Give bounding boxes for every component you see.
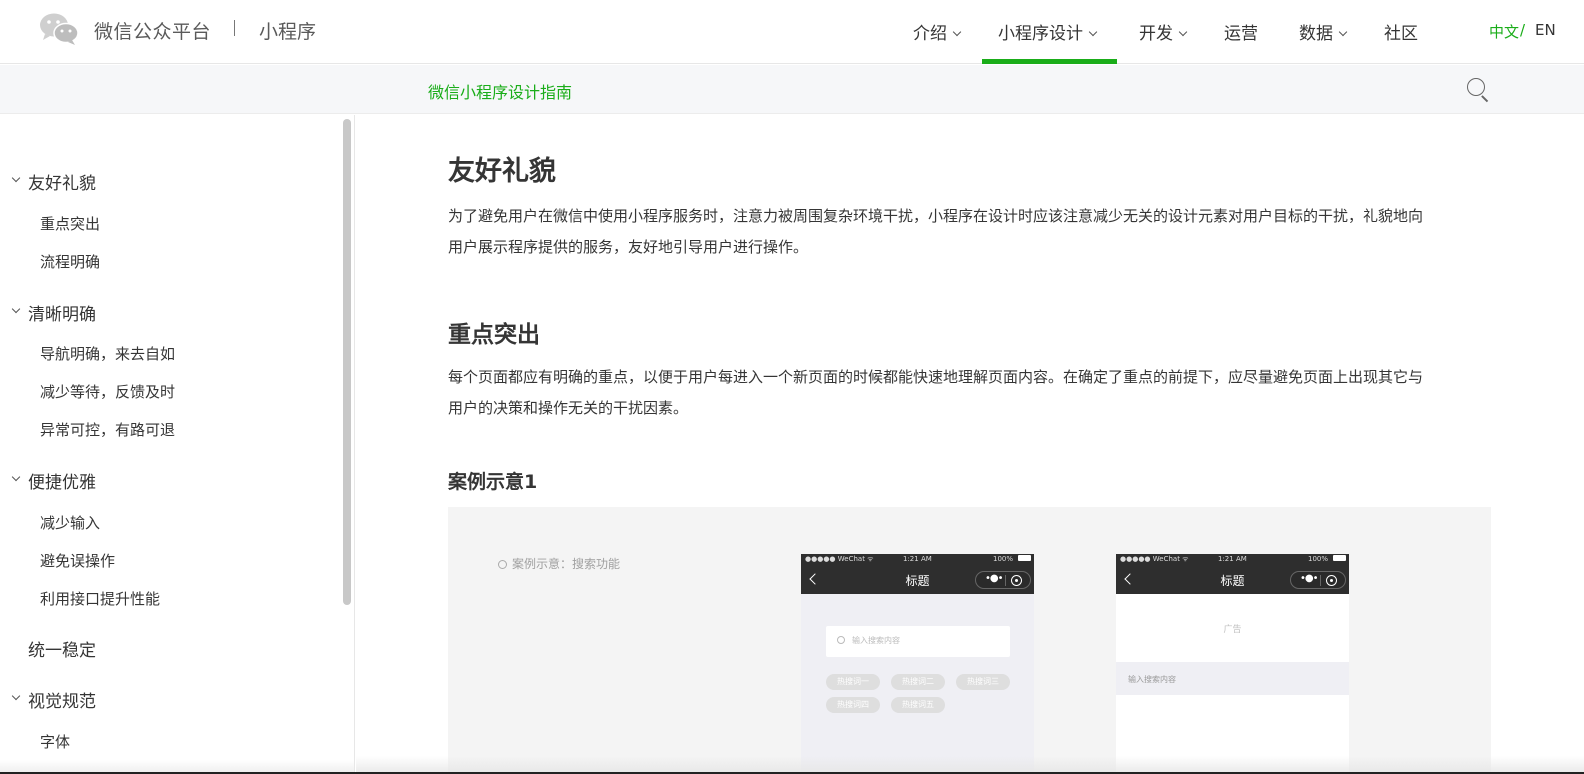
- sidebar-item[interactable]: 重点突出: [40, 213, 100, 234]
- sidebar-item[interactable]: 异常可控，有路可退: [40, 419, 175, 440]
- nav-develop-label: 开发: [1139, 24, 1173, 44]
- section-heading: 重点突出: [448, 322, 540, 348]
- chevron-down-icon[interactable]: [11, 472, 21, 482]
- sub-header: 微信小程序设计指南: [0, 65, 1584, 114]
- battery-icon: [1018, 555, 1031, 561]
- capsule-menu: •●•: [1290, 571, 1346, 589]
- close-circle-icon: [1326, 575, 1337, 586]
- nav-community-label: 社区: [1384, 24, 1418, 44]
- phone-status-bar: ●●●●● WeChat ᯤ 1:21 AM 100%: [801, 554, 1034, 566]
- chevron-down-icon[interactable]: [11, 173, 21, 183]
- guide-title[interactable]: 微信小程序设计指南: [428, 79, 572, 103]
- sidebar-item[interactable]: 流程明确: [40, 251, 100, 272]
- carrier-label: ●●●●● WeChat ᯤ: [805, 555, 874, 563]
- lang-english[interactable]: EN: [1535, 21, 1556, 39]
- sidebar-nav: 友好礼貌 重点突出 流程明确 清晰明确 导航明确，来去自如 减少等待，反馈及时 …: [0, 115, 355, 774]
- wechat-logo-icon[interactable]: [39, 12, 79, 46]
- battery-label: 100%: [1308, 555, 1329, 563]
- chevron-down-icon: [952, 27, 962, 37]
- time-label: 1:21 AM: [903, 555, 932, 563]
- nav-operate[interactable]: 运营: [1224, 19, 1258, 44]
- sidebar-group-clear[interactable]: 清晰明确: [28, 300, 96, 325]
- nav-design[interactable]: 小程序设计: [998, 19, 1098, 44]
- sidebar-item[interactable]: 导航明确，来去自如: [40, 343, 175, 364]
- close-circle-icon: [1011, 575, 1022, 586]
- nav-active-indicator: [982, 59, 1117, 64]
- phone-mockup-a: ●●●●● WeChat ᯤ 1:21 AM 100% 标题 •●• 输入搜索内…: [801, 554, 1034, 774]
- mock-search-placeholder: 输入搜索内容: [852, 636, 900, 645]
- paragraph-line: 为了避免用户在微信中使用小程序服务时，注意力被周围复杂环境干扰，小程序在设计时应…: [448, 207, 1424, 225]
- nav-data-label: 数据: [1299, 24, 1333, 44]
- capsule-menu: •●•: [975, 571, 1031, 589]
- chevron-down-icon[interactable]: [11, 691, 21, 701]
- paragraph-line: 用户的决策和操作无关的干扰因素。: [448, 399, 689, 417]
- hot-tag: 热搜词三: [956, 674, 1010, 690]
- hot-tag: 热搜词二: [891, 674, 945, 690]
- brand-name[interactable]: 微信公众平台: [94, 17, 211, 44]
- mock-search-bar: 输入搜索内容: [1116, 662, 1349, 695]
- search-icon-handle: [1481, 95, 1489, 103]
- sidebar-group-friendly[interactable]: 友好礼貌: [28, 169, 96, 194]
- nav-intro[interactable]: 介绍: [913, 19, 962, 44]
- phone-mockup-b: ●●●●● WeChat ᯤ 1:21 AM 100% 标题 •●• 广告 输入…: [1116, 554, 1349, 774]
- sidebar-group-stable[interactable]: 统一稳定: [28, 636, 96, 661]
- lang-separator: /: [1520, 21, 1526, 39]
- paragraph-line: 用户展示程序提供的服务，友好地引导用户进行操作。: [448, 238, 809, 256]
- sidebar-item[interactable]: 减少等待，反馈及时: [40, 381, 175, 402]
- nav-operate-label: 运营: [1224, 24, 1258, 44]
- example-figure: 案例示意：搜索功能 ●●●●● WeChat ᯤ 1:21 AM 100% 标题…: [448, 507, 1491, 774]
- battery-icon: [1333, 555, 1346, 561]
- paragraph-line: 每个页面都应有明确的重点，以便于用户每进入一个新页面的时候都能快速地理解页面内容…: [448, 368, 1424, 386]
- example-caption-text: 案例示意：搜索功能: [512, 557, 621, 571]
- lang-chinese[interactable]: 中文: [1489, 21, 1519, 42]
- nav-design-label: 小程序设计: [998, 24, 1083, 44]
- main-content: 友好礼貌 为了避免用户在微信中使用小程序服务时，注意力被周围复杂环境干扰，小程序…: [356, 115, 1584, 774]
- brand-divider: [234, 20, 235, 36]
- nav-intro-label: 介绍: [913, 24, 947, 44]
- search-icon-ring: [1467, 78, 1485, 96]
- sidebar-item[interactable]: 避免误操作: [40, 550, 115, 571]
- chevron-down-icon[interactable]: [11, 304, 21, 314]
- carrier-label: ●●●●● WeChat ᯤ: [1120, 555, 1189, 563]
- sidebar-group-visual[interactable]: 视觉规范: [28, 687, 96, 712]
- mock-search-box: 输入搜索内容: [826, 626, 1010, 657]
- nav-data[interactable]: 数据: [1299, 19, 1348, 44]
- capsule-divider: [1320, 575, 1321, 586]
- time-label: 1:21 AM: [1218, 555, 1247, 563]
- battery-label: 100%: [993, 555, 1014, 563]
- capsule-divider: [1005, 575, 1006, 586]
- top-header: 微信公众平台 小程序 介绍 小程序设计 开发 运营 数据 社区 中文 / EN: [0, 0, 1584, 64]
- mock-search-placeholder: 输入搜索内容: [1128, 675, 1176, 684]
- more-icon: •●•: [985, 573, 1004, 584]
- chevron-down-icon: [1178, 27, 1188, 37]
- phone-title-bar: 标题 •●•: [801, 566, 1034, 594]
- page-title: 友好礼貌: [448, 156, 556, 187]
- search-icon: [837, 636, 845, 644]
- ad-banner: 广告: [1223, 625, 1242, 635]
- hot-tag: 热搜词五: [891, 697, 945, 713]
- chevron-down-icon: [1088, 27, 1098, 37]
- sidebar-item[interactable]: 减少输入: [40, 512, 100, 533]
- chevron-down-icon: [1338, 27, 1348, 37]
- sidebar-group-elegant[interactable]: 便捷优雅: [28, 468, 96, 493]
- phone-status-bar: ●●●●● WeChat ᯤ 1:21 AM 100%: [1116, 554, 1349, 566]
- more-icon: •●•: [1300, 573, 1319, 584]
- sidebar-item[interactable]: 字体: [40, 731, 70, 752]
- sidebar-scrollbar[interactable]: [343, 119, 351, 605]
- example-heading: 案例示意1: [448, 471, 538, 493]
- circle-bullet-icon: [498, 560, 507, 569]
- hot-tag: 热搜词四: [826, 697, 880, 713]
- sidebar-item[interactable]: 利用接口提升性能: [40, 588, 160, 609]
- nav-develop[interactable]: 开发: [1139, 19, 1188, 44]
- brand-subtitle[interactable]: 小程序: [259, 17, 316, 44]
- nav-community[interactable]: 社区: [1384, 19, 1418, 44]
- hot-tag: 热搜词一: [826, 674, 880, 690]
- phone-title-bar: 标题 •●•: [1116, 566, 1349, 594]
- example-caption: 案例示意：搜索功能: [498, 555, 620, 572]
- search-icon[interactable]: [1465, 76, 1491, 103]
